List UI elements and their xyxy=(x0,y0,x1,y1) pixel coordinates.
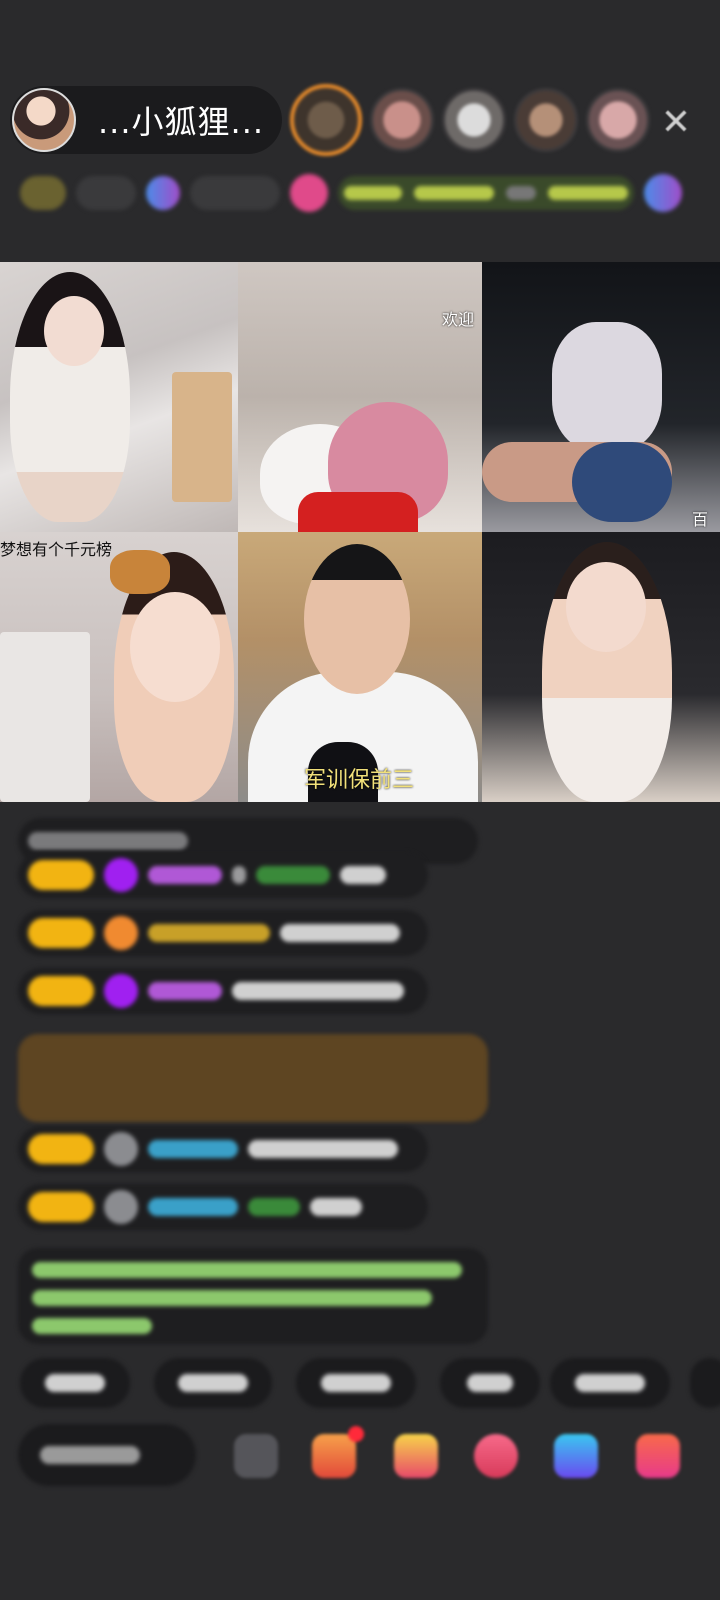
seat-caption: 梦想有个千元榜 xyxy=(0,540,113,559)
heart-icon[interactable] xyxy=(474,1434,518,1478)
chat-message xyxy=(18,968,428,1014)
guest-figure xyxy=(572,442,672,522)
top-viewers-list xyxy=(290,84,650,156)
notification-dot xyxy=(348,1426,364,1442)
viewer-avatar[interactable] xyxy=(442,88,506,152)
quick-action-row xyxy=(20,1358,720,1408)
treasure-icon[interactable] xyxy=(394,1434,438,1478)
quick-action-button[interactable] xyxy=(20,1358,130,1408)
seat-caption: 百元 xyxy=(692,510,709,529)
quick-action-button[interactable] xyxy=(296,1358,416,1408)
host-avatar[interactable] xyxy=(12,88,76,152)
info-chip xyxy=(190,176,280,210)
seat-caption: 军训保前三 xyxy=(304,768,415,793)
room-info-row xyxy=(20,172,700,214)
fan-club-icon[interactable] xyxy=(554,1434,598,1478)
guest-face xyxy=(44,296,104,366)
video-seat-3[interactable]: 百元 xyxy=(482,262,720,532)
viewer-avatar[interactable] xyxy=(370,88,434,152)
hair-accessory xyxy=(110,550,170,594)
gift-box-icon[interactable] xyxy=(312,1426,364,1478)
quick-action-button[interactable] xyxy=(550,1358,670,1408)
chat-message xyxy=(18,1126,428,1172)
gift-icon[interactable] xyxy=(636,1434,680,1478)
gem-icon xyxy=(146,176,180,210)
guest-face xyxy=(130,592,220,702)
video-seat-1[interactable] xyxy=(0,262,238,532)
shelf xyxy=(0,632,90,802)
video-seat-2[interactable]: 欢迎 xyxy=(238,262,482,532)
level-badge xyxy=(20,176,66,210)
info-chip xyxy=(76,176,136,210)
chat-input[interactable] xyxy=(18,1424,196,1486)
live-room-page: ...小狐狸... ✕ 欢迎 百 梦想有个千元榜 军训保前三 xyxy=(0,0,720,1600)
blanket xyxy=(298,492,418,532)
quick-action-button[interactable] xyxy=(440,1358,540,1408)
quick-action-button[interactable] xyxy=(690,1358,720,1408)
quick-action-button[interactable] xyxy=(154,1358,272,1408)
activity-icon[interactable] xyxy=(644,174,682,212)
host-name: ...小狐狸... xyxy=(98,103,265,141)
viewer-avatar[interactable] xyxy=(514,88,578,152)
furniture xyxy=(172,372,232,502)
seat-caption: 欢迎 xyxy=(442,310,475,329)
viewer-avatar[interactable] xyxy=(290,84,362,156)
gift-icon[interactable] xyxy=(290,174,328,212)
viewer-avatar[interactable] xyxy=(586,88,650,152)
close-icon[interactable]: ✕ xyxy=(656,102,696,142)
guest-face xyxy=(566,562,646,652)
bottom-toolbar xyxy=(18,1424,718,1486)
chat-message xyxy=(18,1184,428,1230)
room-notice xyxy=(18,1248,488,1344)
gift-message-card xyxy=(18,1034,488,1122)
emoji-icon[interactable] xyxy=(234,1434,278,1478)
multi-guest-video-grid: 欢迎 百元 梦想有个千元榜 军训保前三 xyxy=(0,262,720,802)
host-info-pill[interactable]: ...小狐狸... xyxy=(10,86,282,154)
chair xyxy=(552,322,662,452)
video-seat-5[interactable]: 军训保前三 xyxy=(238,532,482,802)
video-seat-4[interactable]: 梦想有个千元榜 xyxy=(0,532,238,802)
chat-message xyxy=(18,852,428,898)
chat-message xyxy=(18,910,428,956)
rank-banner[interactable] xyxy=(338,176,634,210)
video-seat-6[interactable] xyxy=(482,532,720,802)
guest-face xyxy=(304,544,410,694)
